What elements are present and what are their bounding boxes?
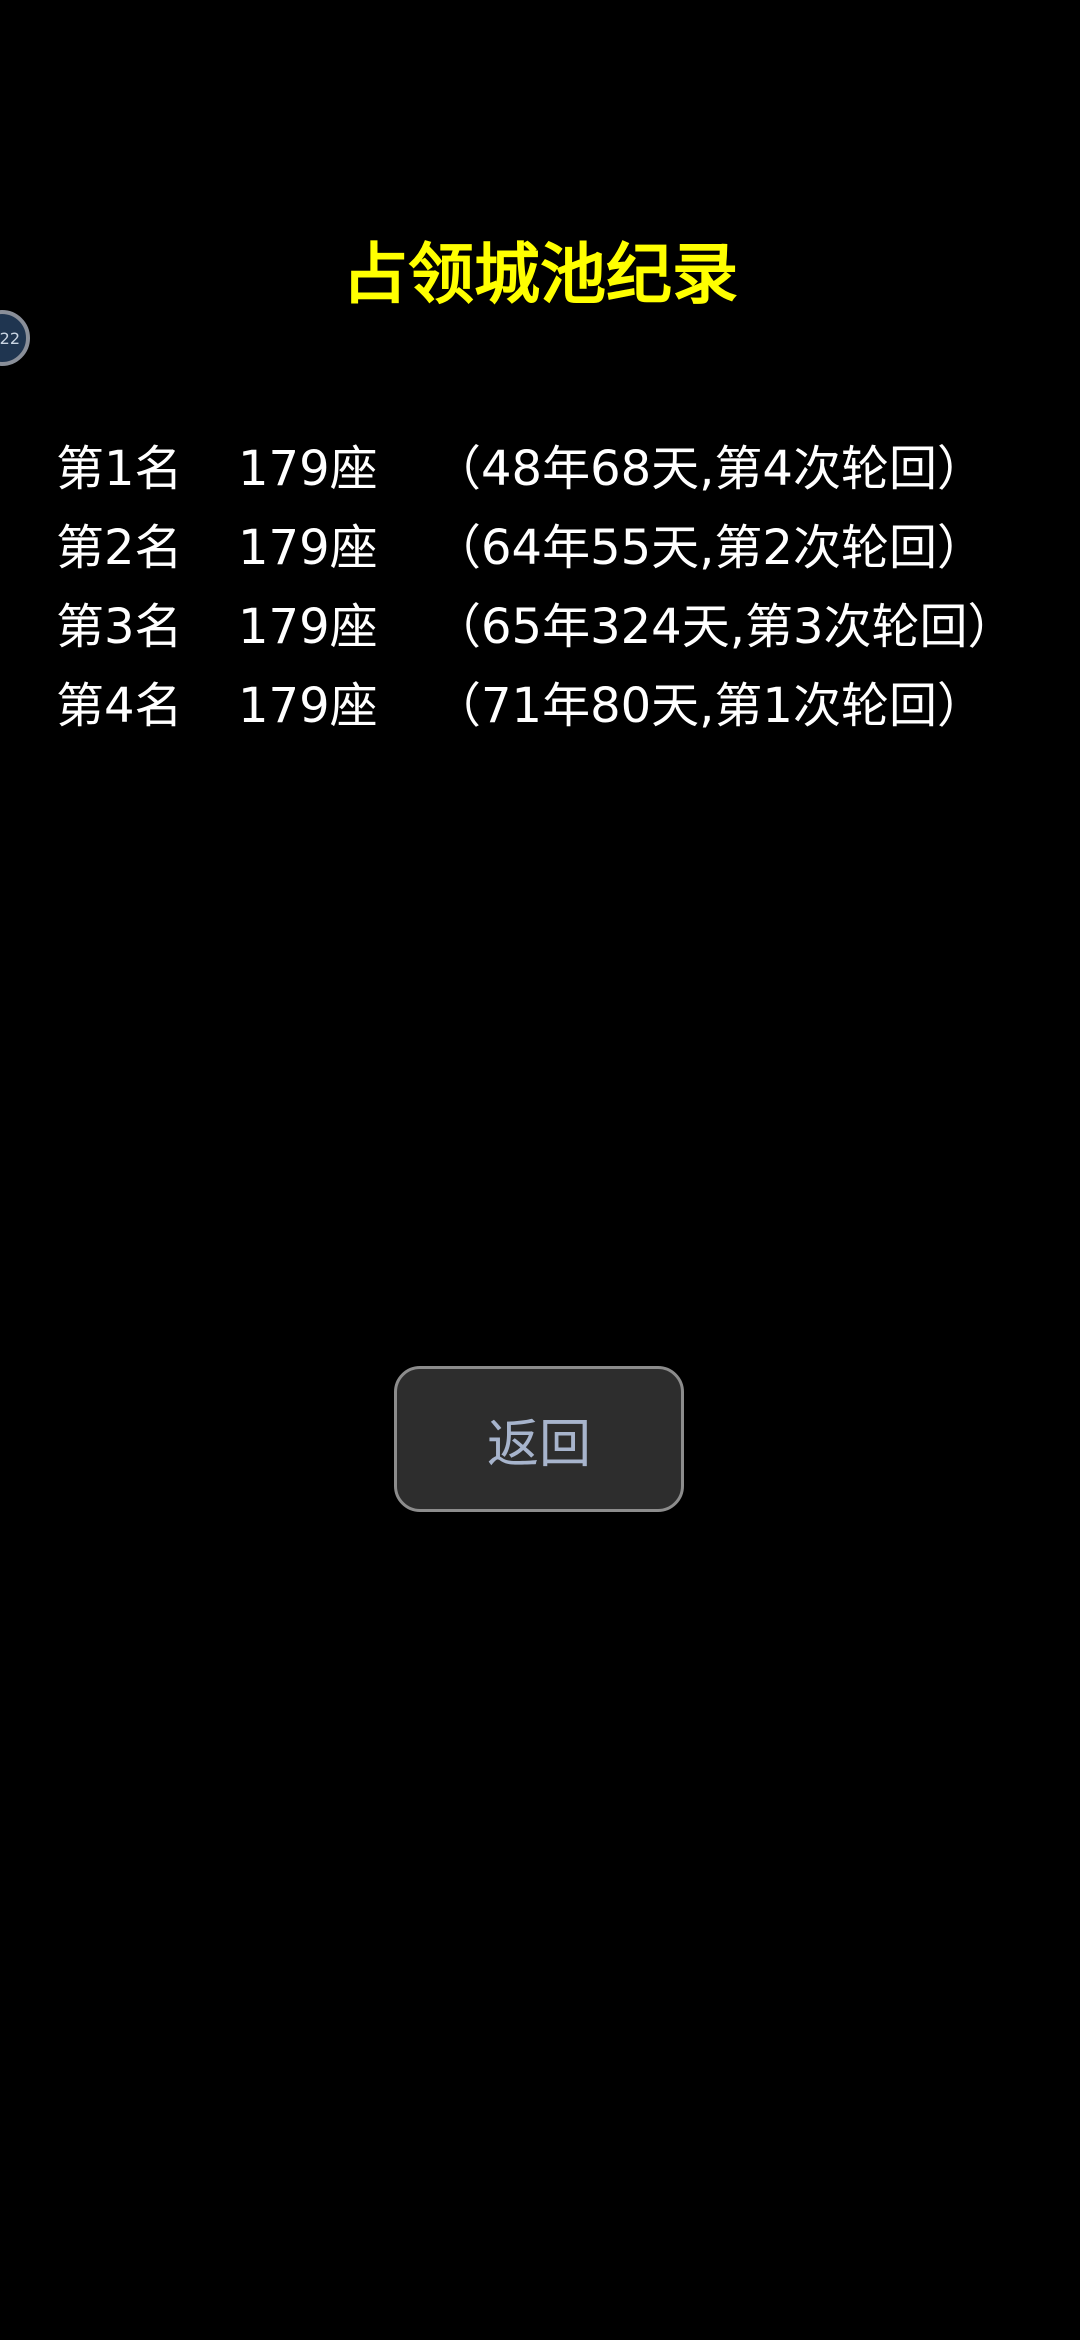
floating-bubble-label: 22	[0, 328, 20, 348]
record-row-1: 第1名 179座 （48年68天,第4次轮回）	[56, 424, 1056, 503]
record-rank: 第2名	[56, 519, 183, 576]
record-city-count: 179座	[238, 519, 378, 576]
record-rank: 第1名	[56, 440, 183, 497]
record-detail: （64年55天,第2次轮回）	[433, 519, 985, 576]
back-button[interactable]: 返回	[394, 1366, 684, 1512]
record-city-count: 179座	[238, 598, 378, 655]
record-detail: （65年324天,第3次轮回）	[433, 598, 1016, 655]
record-row-3: 第3名 179座 （65年324天,第3次轮回）	[56, 582, 1056, 661]
record-rank: 第4名	[56, 677, 183, 734]
record-detail: （48年68天,第4次轮回）	[433, 440, 985, 497]
record-row-4: 第4名 179座 （71年80天,第1次轮回）	[56, 661, 1056, 740]
record-list: 第1名 179座 （48年68天,第4次轮回） 第2名 179座 （64年55天…	[56, 424, 1056, 740]
record-rank: 第3名	[56, 598, 183, 655]
record-detail: （71年80天,第1次轮回）	[433, 677, 985, 734]
record-city-count: 179座	[238, 440, 378, 497]
record-row-2: 第2名 179座 （64年55天,第2次轮回）	[56, 503, 1056, 582]
page-title: 占领城池纪录	[342, 236, 738, 313]
record-city-count: 179座	[238, 677, 378, 734]
